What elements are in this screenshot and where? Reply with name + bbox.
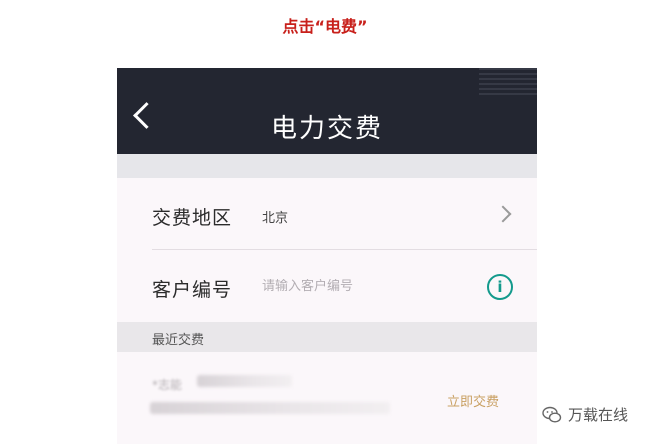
payment-form: 交费地区 北京 客户编号 i: [117, 178, 537, 322]
section-spacer: [117, 154, 537, 178]
recent-payment-item[interactable]: *志能 立即交费: [117, 352, 537, 444]
region-label: 交费地区: [152, 207, 233, 229]
watermark-text: 万载在线: [567, 406, 628, 424]
region-value: 北京: [262, 211, 289, 226]
watermark: 万载在线: [542, 404, 628, 425]
navigation-bar: 电力交费: [117, 68, 537, 154]
recent-payments-header: 最近交费: [117, 322, 537, 352]
customer-number-label: 客户编号: [152, 279, 233, 301]
recent-payments-title: 最近交费: [152, 333, 205, 348]
phone-screen: 电力交费 交费地区 北京 客户编号 i 最近交费 *志能 立即交费: [117, 68, 537, 444]
info-icon[interactable]: i: [487, 274, 513, 300]
page-title: 电力交费: [270, 114, 383, 144]
customer-number-input[interactable]: [262, 279, 462, 294]
region-row[interactable]: 交费地区 北京: [117, 178, 537, 250]
blurred-address: [150, 402, 390, 414]
status-bar-remnant: [479, 68, 537, 96]
chevron-right-icon: [494, 205, 512, 223]
customer-number-row: 客户编号 i: [117, 250, 537, 322]
wechat-logo-icon: [542, 406, 562, 423]
recent-account-name: *志能: [152, 378, 183, 392]
blurred-account-number: [197, 375, 292, 387]
instruction-caption: 点击“电费”: [282, 17, 368, 36]
pay-now-link[interactable]: 立即交费: [447, 391, 499, 410]
